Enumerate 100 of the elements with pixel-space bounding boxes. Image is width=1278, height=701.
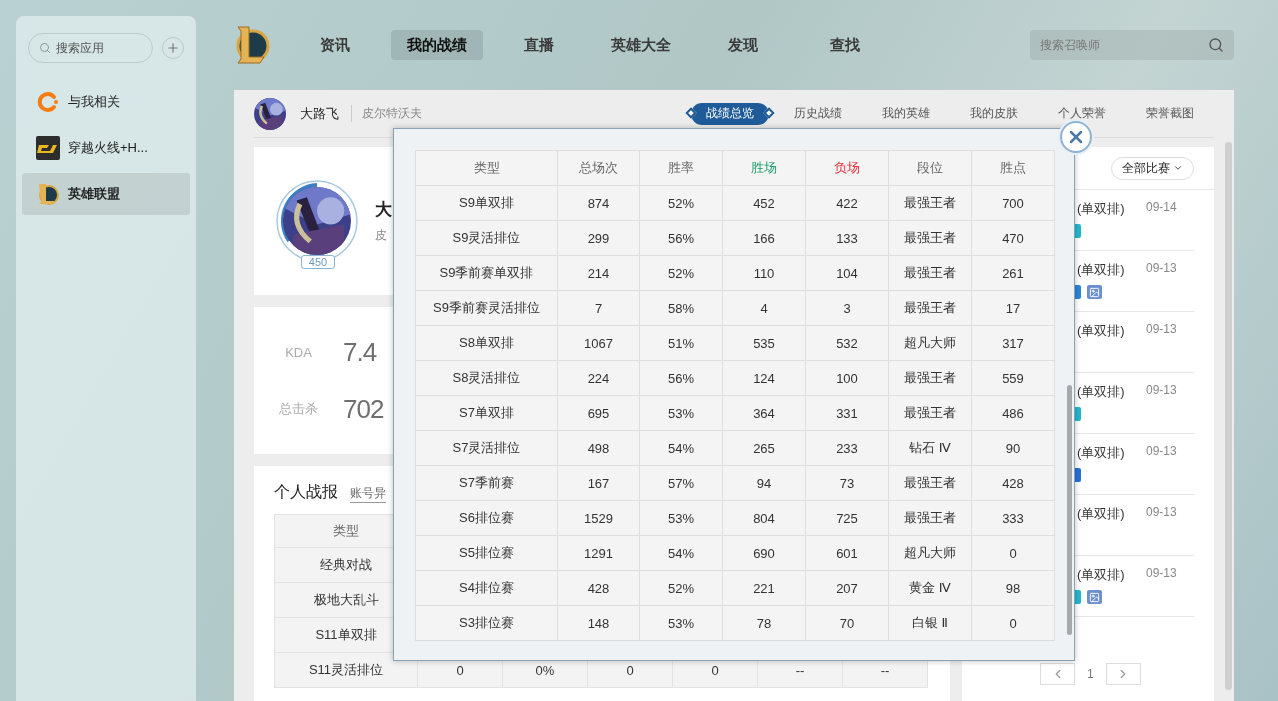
table-cell: 最强王者 [889,396,972,431]
logo-icon [234,25,270,65]
tab[interactable]: 我的皮肤 [950,102,1038,125]
match-date: 09-13 [1146,444,1178,460]
scrollbar[interactable] [1067,385,1072,635]
sidebar-item[interactable]: 与我相关 [22,81,190,123]
table-cell: 124 [723,361,806,396]
match-mode: (单双排) [1077,261,1126,279]
table-cell: 最强王者 [889,466,972,501]
shield-icon [36,182,60,206]
sidebar-item-label: 穿越火线+H... [68,139,148,157]
search-placeholder: 搜索应用 [56,39,104,57]
table-cell: S4排位赛 [416,571,558,606]
table-cell: 94 [723,466,806,501]
table-cell: 700 [972,186,1055,221]
table-cell: 52% [640,571,723,606]
profile-name: 大 [375,199,392,221]
table-header: 总场次 [558,151,640,186]
table-cell: 104 [806,256,889,291]
table-cell: 51% [640,326,723,361]
nav-tab[interactable]: 发现 [697,30,789,60]
table-cell: 559 [972,361,1055,396]
search-icon [1208,37,1224,53]
table-header: 类型 [416,151,558,186]
table-cell: 133 [806,221,889,256]
sidebar-item[interactable]: 英雄联盟 [22,173,190,215]
table-cell: 110 [723,256,806,291]
level-badge: 450 [301,255,335,269]
nav-tab[interactable]: 直播 [493,30,585,60]
table-header: 胜场 [723,151,806,186]
table-cell: 695 [558,396,640,431]
table-cell: 黄金 Ⅳ [889,571,972,606]
sidebar-item[interactable]: 穿越火线+H... [22,127,190,169]
nav-tab[interactable]: 我的战绩 [391,30,483,60]
table-cell: 最强王者 [889,291,972,326]
table-cell: 221 [723,571,806,606]
table-cell: 70 [806,606,889,641]
table-cell: 4 [723,291,806,326]
table-cell: 535 [723,326,806,361]
table-cell: 0 [972,536,1055,571]
table-cell: 53% [640,606,723,641]
table-cell: 53% [640,396,723,431]
caret-icon [1173,163,1183,173]
account-link[interactable]: 账号异 [350,485,386,503]
table-cell: 428 [972,466,1055,501]
table-cell: 452 [723,186,806,221]
plus-icon [166,41,180,55]
tab[interactable]: 我的英雄 [862,102,950,125]
close-button[interactable] [1060,121,1092,153]
table-cell: 最强王者 [889,361,972,396]
table-cell: 最强王者 [889,186,972,221]
prev-page-button[interactable] [1040,663,1075,685]
server-name: 皮尔特沃夫 [351,105,422,122]
table-header: 段位 [889,151,972,186]
search-icon [39,42,51,54]
pac-icon [36,90,60,114]
table-cell: 498 [558,431,640,466]
table-cell: 3 [806,291,889,326]
app-icon [36,136,60,160]
scrollbar[interactable] [1225,142,1232,690]
nav-tab[interactable]: 英雄大全 [595,30,687,60]
tab[interactable]: 战绩总览 [686,102,774,125]
tab[interactable]: 荣誉截图 [1126,102,1214,125]
match-date: 09-13 [1146,261,1178,277]
nav-tab[interactable]: 资讯 [289,30,381,60]
table-cell: 17 [972,291,1055,326]
table-cell: 52% [640,256,723,291]
table-header: 胜点 [972,151,1055,186]
table-cell: 最强王者 [889,256,972,291]
table-cell: 73 [806,466,889,501]
table-cell: 超凡大师 [889,536,972,571]
table-cell: S6排位赛 [416,501,558,536]
filter-dropdown[interactable]: 全部比赛 [1111,156,1194,180]
table-cell: 470 [972,221,1055,256]
table-cell: 233 [806,431,889,466]
table-cell: 874 [558,186,640,221]
nav-tab[interactable]: 查找 [799,30,891,60]
table-cell: S8单双排 [416,326,558,361]
tab[interactable]: 历史战绩 [774,102,862,125]
page-number[interactable]: 1 [1087,667,1094,681]
table-cell: 207 [806,571,889,606]
table-cell: S7单双排 [416,396,558,431]
tab[interactable]: 个人荣誉 [1038,102,1126,125]
match-mode: (单双排) [1077,505,1126,523]
table-cell: S7灵活排位 [416,431,558,466]
table-cell: 224 [558,361,640,396]
report-title: 个人战报 [274,482,338,502]
table-cell: 317 [972,326,1055,361]
table-cell: 804 [723,501,806,536]
table-cell: 486 [972,396,1055,431]
table-cell: 214 [558,256,640,291]
table-cell: 261 [972,256,1055,291]
table-cell: 98 [972,571,1055,606]
match-mode: (单双排) [1077,200,1126,218]
table-header: 胜率 [640,151,723,186]
next-page-button[interactable] [1105,663,1141,685]
table-cell: S9单双排 [416,186,558,221]
table-cell: S5排位赛 [416,536,558,571]
table-cell: S11灵活排位 [275,653,418,688]
table-cell: 白银 Ⅱ [889,606,972,641]
